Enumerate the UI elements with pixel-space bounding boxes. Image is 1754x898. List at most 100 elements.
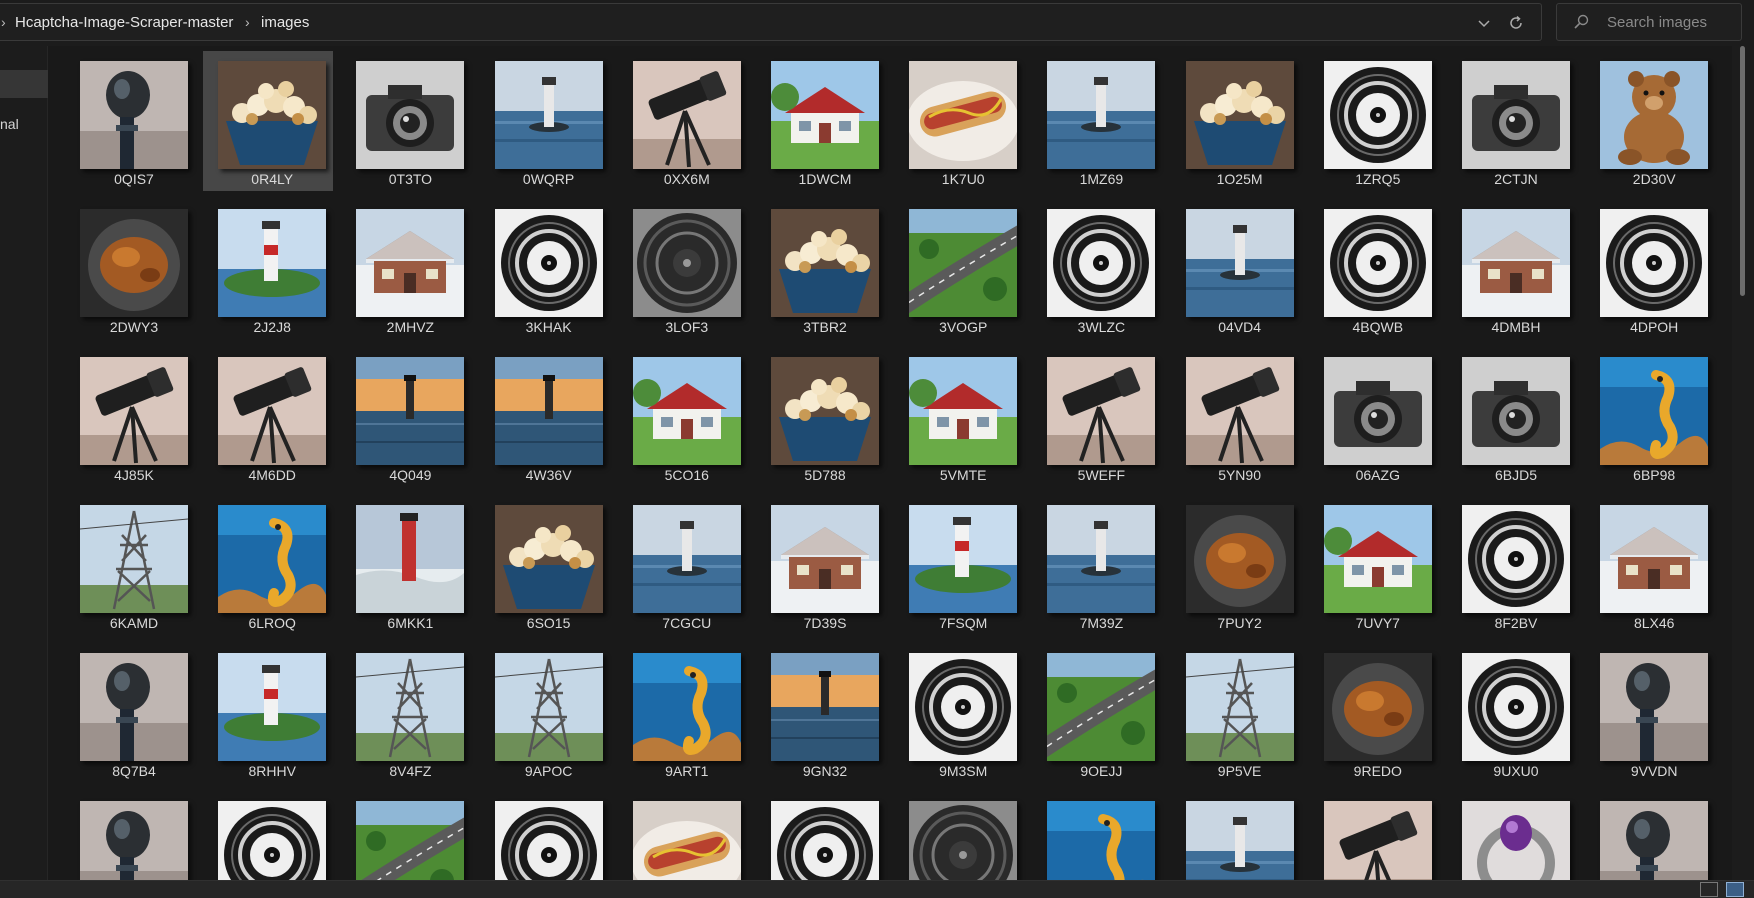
file-thumbnail	[1323, 61, 1432, 169]
file-item[interactable]: 9GN32	[756, 643, 886, 783]
file-item[interactable]	[756, 791, 886, 880]
file-item[interactable]	[480, 791, 610, 880]
file-item[interactable]: 1DWCM	[756, 51, 886, 191]
file-item[interactable]: 06AZG	[1309, 347, 1439, 487]
file-item[interactable]: 7CGCU	[618, 495, 748, 635]
file-item[interactable]: 3TBR2	[756, 199, 886, 339]
nav-item-selected[interactable]	[0, 70, 48, 98]
file-item[interactable]: 3VOGP	[894, 199, 1024, 339]
file-item[interactable]: 9ART1	[618, 643, 748, 783]
file-item[interactable]: 9M3SM	[894, 643, 1024, 783]
file-item[interactable]: 3KHAK	[480, 199, 610, 339]
file-item[interactable]: 2D30V	[1585, 51, 1715, 191]
file-item[interactable]: 7M39Z	[1032, 495, 1162, 635]
file-thumbnail	[218, 357, 327, 465]
file-name: 3LOF3	[665, 319, 709, 335]
refresh-icon[interactable]	[1503, 4, 1529, 42]
file-item[interactable]: 0XX6M	[618, 51, 748, 191]
file-item[interactable]	[65, 791, 195, 880]
file-item[interactable]: 8V4FZ	[341, 643, 471, 783]
file-item[interactable]	[341, 791, 471, 880]
file-item[interactable]: 0QIS7	[65, 51, 195, 191]
file-item[interactable]: 6BJD5	[1447, 347, 1577, 487]
file-item[interactable]: 8LX46	[1585, 495, 1715, 635]
file-item[interactable]: 1O25M	[1171, 51, 1301, 191]
file-item[interactable]: 4W36V	[480, 347, 610, 487]
file-name: 4Q049	[389, 467, 432, 483]
file-item[interactable]: 8F2BV	[1447, 495, 1577, 635]
file-item[interactable]	[1171, 791, 1301, 880]
file-item[interactable]: 6LROQ	[203, 495, 333, 635]
file-name: 9ART1	[665, 763, 709, 779]
file-item[interactable]	[1585, 791, 1715, 880]
file-item[interactable]: 1K7U0	[894, 51, 1024, 191]
file-item[interactable]: 7UVY7	[1309, 495, 1439, 635]
file-item[interactable]	[894, 791, 1024, 880]
file-item[interactable]: 4DMBH	[1447, 199, 1577, 339]
file-item[interactable]: 0WQRP	[480, 51, 610, 191]
file-item[interactable]: 4Q049	[341, 347, 471, 487]
breadcrumb-folder-images[interactable]: images	[261, 4, 309, 42]
file-item[interactable]: 5VMTE	[894, 347, 1024, 487]
file-thumbnail	[771, 209, 879, 317]
large-icons-view-icon[interactable]	[1726, 882, 1744, 897]
file-item[interactable]: 9APOC	[480, 643, 610, 783]
file-item[interactable]: 6KAMD	[65, 495, 195, 635]
file-item[interactable]: 9REDO	[1309, 643, 1439, 783]
file-thumbnail	[909, 61, 1018, 169]
search-input[interactable]	[1607, 12, 1733, 32]
details-view-icon[interactable]	[1700, 882, 1718, 897]
file-item[interactable]: 4M6DD	[203, 347, 333, 487]
file-item[interactable]	[203, 791, 333, 880]
file-item[interactable]: 5WEFF	[1032, 347, 1162, 487]
file-item[interactable]: 8Q7B4	[65, 643, 195, 783]
file-grid: 0QIS7 0R4LY 0T3TO 0WQRP 0XX6M 1DWCM 1K7U0 1MZ69…	[48, 46, 1732, 880]
file-item[interactable]: 9OEJJ	[1032, 643, 1162, 783]
file-item[interactable]: 2DWY3	[65, 199, 195, 339]
file-item[interactable]: 04VD4	[1171, 199, 1301, 339]
file-item[interactable]: 5D788	[756, 347, 886, 487]
file-name: 4BQWB	[1352, 319, 1404, 335]
file-thumbnail	[80, 61, 188, 169]
file-item[interactable]: 9UXU0	[1447, 643, 1577, 783]
file-item[interactable]	[1309, 791, 1439, 880]
chevron-right-icon[interactable]: ›	[245, 4, 250, 42]
file-item[interactable]: 5YN90	[1171, 347, 1301, 487]
file-name: 1ZRQ5	[1355, 171, 1401, 187]
file-item[interactable]: 2J2J8	[203, 199, 333, 339]
file-item[interactable]: 9VVDN	[1585, 643, 1715, 783]
nav-item-label[interactable]: nal	[0, 116, 19, 132]
file-item[interactable]: 6MKK1	[341, 495, 471, 635]
file-item[interactable]: 7PUY2	[1171, 495, 1301, 635]
file-item[interactable]: 1ZRQ5	[1309, 51, 1439, 191]
file-item[interactable]: 5CO16	[618, 347, 748, 487]
file-item[interactable]	[1032, 791, 1162, 880]
file-item[interactable]: 6SO15	[480, 495, 610, 635]
file-item[interactable]: 8RHHV	[203, 643, 333, 783]
file-item[interactable]	[618, 791, 748, 880]
file-item[interactable]: 4DPOH	[1585, 199, 1715, 339]
file-item[interactable]: 7FSQM	[894, 495, 1024, 635]
address-bar[interactable]: › Hcaptcha-Image-Scraper-master › images	[0, 3, 1542, 41]
file-item[interactable]: 9P5VE	[1171, 643, 1301, 783]
chevron-down-icon[interactable]	[1471, 4, 1497, 42]
file-name: 8RHHV	[248, 763, 296, 779]
vertical-scrollbar[interactable]	[1732, 46, 1754, 880]
file-item[interactable]: 0R4LY	[203, 51, 334, 191]
file-item[interactable]: 7D39S	[756, 495, 886, 635]
file-name: 4M6DD	[248, 467, 296, 483]
file-item[interactable]: 2MHVZ	[341, 199, 471, 339]
breadcrumb-folder-root[interactable]: Hcaptcha-Image-Scraper-master	[15, 4, 233, 42]
file-item[interactable]: 3WLZC	[1032, 199, 1162, 339]
file-item[interactable]: 0T3TO	[341, 51, 471, 191]
file-item[interactable]: 6BP98	[1585, 347, 1715, 487]
file-item[interactable]	[1447, 791, 1577, 880]
file-item[interactable]: 3LOF3	[618, 199, 748, 339]
scrollbar-thumb[interactable]	[1740, 46, 1745, 296]
file-item[interactable]: 2CTJN	[1447, 51, 1577, 191]
file-item[interactable]: 4J85K	[65, 347, 195, 487]
search-box[interactable]	[1556, 3, 1742, 41]
chevron-right-icon[interactable]: ›	[1, 4, 6, 42]
file-item[interactable]: 1MZ69	[1032, 51, 1162, 191]
file-item[interactable]: 4BQWB	[1309, 199, 1439, 339]
